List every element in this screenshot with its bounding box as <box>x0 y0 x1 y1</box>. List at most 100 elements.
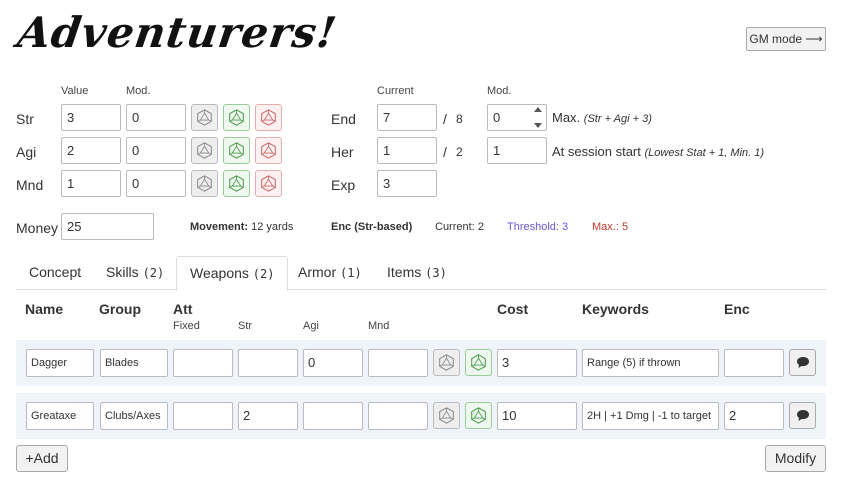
d20-die-icon <box>229 175 244 192</box>
weapon-comment-button[interactable] <box>789 349 816 376</box>
tab-skills[interactable]: Skills (2) <box>93 256 177 290</box>
weapon-roll-neutral-button[interactable] <box>433 402 460 429</box>
d20-die-icon <box>471 354 486 371</box>
d20-die-icon <box>471 407 486 424</box>
col-header-att: Att <box>173 301 193 317</box>
weapon-fixed-input[interactable] <box>173 402 233 430</box>
her-note: At session start (Lowest Stat + 1, Min. … <box>552 144 764 159</box>
d20-die-icon <box>197 142 212 159</box>
str-roll-advantage-button[interactable] <box>223 104 250 131</box>
weapon-str-input[interactable]: 2 <box>238 402 298 430</box>
weapon-roll-neutral-button[interactable] <box>433 349 460 376</box>
enc-current-value: 2 <box>477 221 484 233</box>
weapon-enc-input[interactable]: 2 <box>724 402 784 430</box>
tab-items[interactable]: Items (3) <box>374 256 460 290</box>
enc-max: Max.: 5 <box>592 221 628 233</box>
mnd-roll-disadvantage-button[interactable] <box>255 170 282 197</box>
agi-mod-input[interactable]: 0 <box>126 137 186 164</box>
end-label: End <box>331 111 356 127</box>
exp-label: Exp <box>331 177 356 193</box>
d20-die-icon <box>197 109 212 126</box>
agi-roll-advantage-button[interactable] <box>223 137 250 164</box>
col-subheader-fixed: Fixed <box>173 320 200 332</box>
agi-value-input[interactable]: 2 <box>61 137 121 164</box>
enc-max-value: 5 <box>621 221 629 233</box>
col-subheader-agi: Agi <box>303 320 319 332</box>
mnd-value-input[interactable]: 1 <box>61 170 121 197</box>
enc-current: Current: 2 <box>435 221 484 233</box>
weapon-enc-input[interactable] <box>724 349 784 377</box>
tab-weapons[interactable]: Weapons (2) <box>176 256 289 291</box>
str-mod-input[interactable]: 0 <box>126 104 186 131</box>
weapon-keywords-input[interactable]: 2H | +1 Dmg | -1 to target <box>582 402 719 430</box>
end-mod-stepper[interactable]: 0 <box>487 104 547 131</box>
stat-label-mnd: Mnd <box>16 177 44 193</box>
end-slash: / <box>443 111 447 127</box>
d20-die-icon <box>439 354 454 371</box>
col-subheader-str: Str <box>238 320 253 332</box>
weapon-group-input[interactable]: Clubs/Axes <box>100 402 168 430</box>
col-subheader-mnd: Mnd <box>368 320 390 332</box>
weapon-roll-advantage-button[interactable] <box>465 402 492 429</box>
gm-mode-button[interactable]: GM mode ⟶ <box>746 27 826 51</box>
weapon-cost-input[interactable]: 3 <box>497 349 577 377</box>
str-value-input[interactable]: 3 <box>61 104 121 131</box>
weapon-group-input[interactable]: Blades <box>100 349 168 377</box>
weapon-str-input[interactable] <box>238 349 298 377</box>
mnd-roll-neutral-button[interactable] <box>191 170 218 197</box>
weapon-roll-advantage-button[interactable] <box>465 349 492 376</box>
d20-die-icon <box>261 175 276 192</box>
str-roll-neutral-button[interactable] <box>191 104 218 131</box>
speech-bubble-icon <box>796 357 809 368</box>
stat-label-agi: Agi <box>16 144 37 160</box>
her-max-value: 2 <box>456 145 463 159</box>
speech-bubble-icon <box>796 410 809 421</box>
weapon-name-input[interactable]: Dagger <box>26 349 94 377</box>
enc-max-label: Max.: <box>592 221 619 233</box>
her-current-input[interactable]: 1 <box>377 137 437 164</box>
end-note: Max. (Str + Agi + 3) <box>552 110 652 125</box>
her-mod-input[interactable]: 1 <box>487 137 547 164</box>
exp-input[interactable]: 3 <box>377 170 437 197</box>
app-title: Adventurers! <box>14 8 341 57</box>
weapon-name-input[interactable]: Greataxe <box>26 402 94 430</box>
weapon-agi-input[interactable]: 0 <box>303 349 363 377</box>
tab-armor-count: (1) <box>340 266 362 280</box>
agi-roll-neutral-button[interactable] <box>191 137 218 164</box>
mnd-mod-input[interactable]: 0 <box>126 170 186 197</box>
col-header-keywords: Keywords <box>582 301 649 317</box>
col-header-group: Group <box>99 301 141 317</box>
end-mod-value: 0 <box>493 110 501 125</box>
weapon-keywords-input[interactable]: Range (5) if thrown <box>582 349 719 377</box>
tab-weapons-label: Weapons <box>190 265 249 281</box>
tab-bar: Concept Skills (2) Weapons (2) Armor (1)… <box>16 256 826 291</box>
weapon-comment-button[interactable] <box>789 402 816 429</box>
d20-die-icon <box>261 142 276 159</box>
weapon-mnd-input[interactable] <box>368 402 428 430</box>
enc-threshold: Threshold: 3 <box>507 221 568 233</box>
add-weapon-button[interactable]: +Add <box>16 445 68 472</box>
tab-items-count: (3) <box>425 266 447 280</box>
tab-skills-label: Skills <box>106 264 139 280</box>
d20-die-icon <box>229 142 244 159</box>
tab-armor[interactable]: Armor (1) <box>285 256 375 290</box>
col-header-name: Name <box>25 301 64 317</box>
modify-button[interactable]: Modify <box>765 445 826 472</box>
str-roll-disadvantage-button[interactable] <box>255 104 282 131</box>
her-label: Her <box>331 144 354 160</box>
d20-die-icon <box>229 109 244 126</box>
weapon-fixed-input[interactable] <box>173 349 233 377</box>
weapon-agi-input[interactable] <box>303 402 363 430</box>
weapon-mnd-input[interactable] <box>368 349 428 377</box>
mnd-roll-advantage-button[interactable] <box>223 170 250 197</box>
money-input[interactable]: 25 <box>61 213 154 240</box>
derived-mod-header: Mod. <box>487 85 512 97</box>
weapon-cost-input[interactable]: 10 <box>497 402 577 430</box>
end-current-input[interactable]: 7 <box>377 104 437 131</box>
agi-roll-disadvantage-button[interactable] <box>255 137 282 164</box>
stepper-arrows-icon[interactable] <box>532 107 544 128</box>
enc-label: Enc (Str-based) <box>331 221 413 233</box>
tab-concept[interactable]: Concept <box>16 256 94 290</box>
d20-die-icon <box>261 109 276 126</box>
col-header-cost: Cost <box>497 301 529 317</box>
